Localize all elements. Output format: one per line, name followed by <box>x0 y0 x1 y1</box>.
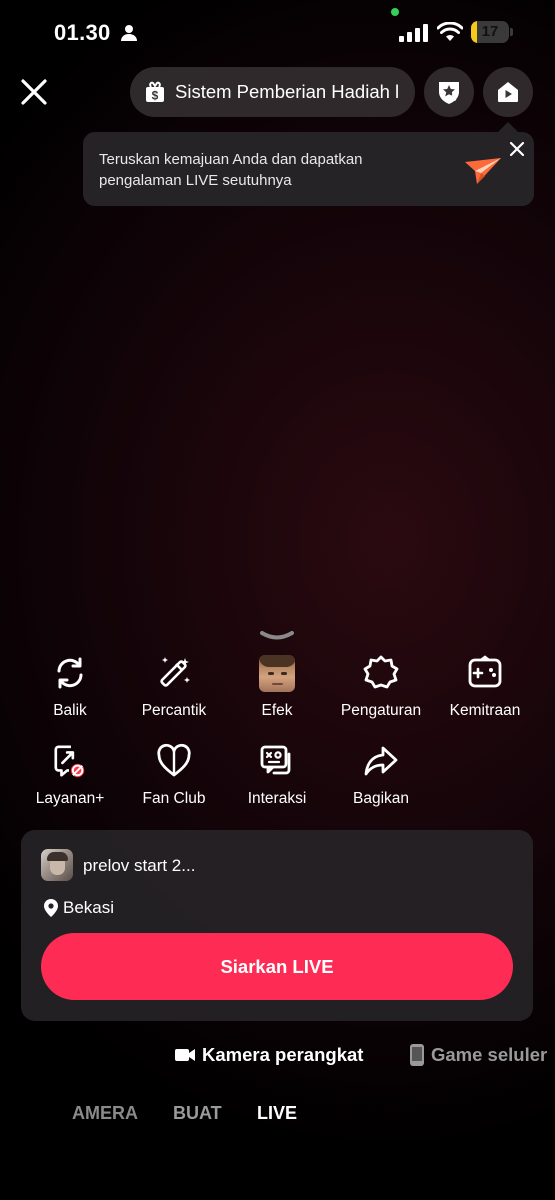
source-camera[interactable]: Kamera perangkat <box>175 1040 363 1070</box>
video-camera-icon <box>175 1049 195 1061</box>
source-camera-label: Kamera perangkat <box>202 1044 364 1065</box>
tool-interaksi[interactable]: Interaksi <box>225 743 329 813</box>
stream-title[interactable]: prelov start 2... <box>83 856 195 876</box>
location-pin-icon <box>44 899 58 917</box>
tool-layanan-plus[interactable]: Layanan+ <box>18 743 122 813</box>
tool-bagikan[interactable]: Bagikan <box>329 743 433 813</box>
wifi-icon <box>437 22 463 41</box>
tooltip-close-icon[interactable] <box>508 140 526 158</box>
mode-tab-live[interactable]: LIVE <box>257 1103 297 1124</box>
tool-label: Kemitraan <box>449 702 521 719</box>
service-plus-icon <box>54 745 85 778</box>
svg-text:$: $ <box>152 89 159 103</box>
flip-camera-icon <box>57 657 83 689</box>
go-live-button[interactable]: Siarkan LIVE <box>41 933 513 1000</box>
level-button[interactable]: 3 <box>424 67 474 117</box>
collapse-chevron-icon[interactable] <box>258 628 296 644</box>
tool-kemitraan[interactable]: Kemitraan <box>433 655 537 725</box>
effect-avatar <box>259 654 295 692</box>
tool-fan-club[interactable]: Fan Club <box>122 743 226 813</box>
share-arrow-icon <box>364 746 398 776</box>
source-game-label: Game seluler <box>431 1044 548 1065</box>
live-home-icon <box>498 82 518 102</box>
battery-icon: 17 <box>471 21 513 43</box>
mode-tab-buat[interactable]: BUAT <box>173 1103 222 1124</box>
status-bar: 01.30 17 <box>0 8 555 50</box>
person-icon <box>121 25 137 41</box>
progress-tooltip: Teruskan kemajuan Anda dan dapatkan peng… <box>83 132 534 206</box>
interaction-icon <box>260 745 291 775</box>
privacy-indicator <box>391 8 399 16</box>
signal-icon <box>399 24 428 42</box>
tool-label: Bagikan <box>352 790 409 807</box>
status-time: 01.30 <box>54 20 111 45</box>
stream-setup-panel: prelov start 2... Bekasi Siarkan LIVE <box>21 830 533 1021</box>
tool-percantik[interactable]: Percantik <box>122 655 226 725</box>
tool-pengaturan[interactable]: Pengaturan <box>329 655 433 725</box>
paper-plane-icon <box>465 158 501 184</box>
tool-balik[interactable]: Balik <box>18 655 122 725</box>
tool-efek[interactable]: Efek <box>225 654 329 725</box>
gift-dollar-icon: $ <box>146 81 164 103</box>
gamepad-icon <box>468 655 502 688</box>
gear-icon <box>363 655 399 689</box>
close-button[interactable] <box>16 74 52 110</box>
tooltip-arrow <box>498 122 518 132</box>
location-label[interactable]: Bekasi <box>63 898 114 918</box>
live-center-button[interactable] <box>483 67 533 117</box>
cover-avatar[interactable] <box>41 849 73 881</box>
level-badge: 3 <box>451 93 457 104</box>
magic-wand-icon <box>160 657 190 687</box>
source-game[interactable]: Game seluler <box>410 1040 547 1070</box>
phone-icon <box>410 1044 424 1066</box>
reward-system-button[interactable]: $ Sistem Pemberian Hadiah l <box>130 67 415 117</box>
reward-system-label: Sistem Pemberian Hadiah l <box>175 81 400 102</box>
tooltip-text: Teruskan kemajuan Anda dan dapatkan peng… <box>99 151 363 189</box>
heart-icon <box>157 743 191 777</box>
mode-tab-kamera[interactable]: KAMERA <box>72 1103 138 1124</box>
battery-level: 17 <box>481 23 499 40</box>
level-shield-icon <box>439 82 459 104</box>
